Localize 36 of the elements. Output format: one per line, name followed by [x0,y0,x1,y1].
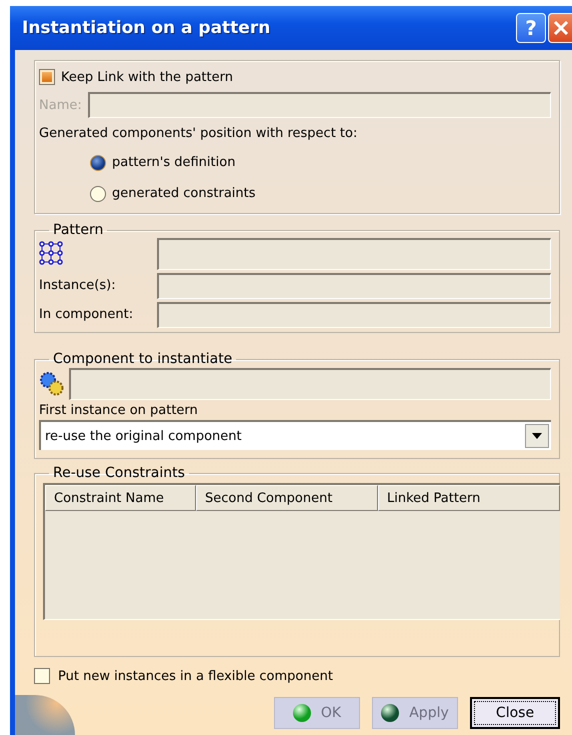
checkbox[interactable] [34,668,50,684]
name-label: Name: [39,98,82,112]
group-title: Component to instantiate [52,351,234,367]
text-field[interactable] [157,238,551,270]
group-title: Re-use Constraints [52,465,186,481]
column-header[interactable]: Second Component [196,485,378,511]
ball-icon [381,704,400,722]
radio-label: generated constraints [112,186,256,201]
component-field[interactable] [69,368,551,400]
column-header[interactable]: Linked Pattern [378,485,560,511]
caret-icon [532,433,542,439]
close-button[interactable]: Close [470,697,560,729]
close-button[interactable] [548,13,572,43]
first-instance-label: First instance on pattern [39,403,199,418]
ball-icon [292,704,311,722]
column-header[interactable]: Constraint Name [45,485,196,511]
dropdown[interactable]: re-use the original component [39,420,551,450]
radio-label: pattern's definition [112,155,236,170]
close-icon [552,19,570,37]
checkbox[interactable] [39,69,55,85]
text-field[interactable] [157,272,551,298]
name-field[interactable] [88,92,551,118]
window-title: Instantiation on a pattern [22,18,272,38]
checkbox-label: Put new instances in a flexible component [58,668,333,684]
checkbox-label: Keep Link with the pattern [61,70,233,84]
gears-icon [39,371,65,397]
field-label: In component: [39,307,134,322]
field-label: Instance(s): [39,278,116,293]
grid-pattern-icon [39,241,65,267]
radio-button[interactable] [90,186,106,202]
help-button[interactable]: ? [516,13,546,43]
radio-button[interactable] [90,154,106,170]
text-field[interactable] [157,302,551,328]
logo-swirl [15,695,75,735]
group-title: Pattern [52,222,104,238]
position-label: Generated components' position with respect to: [39,126,358,140]
